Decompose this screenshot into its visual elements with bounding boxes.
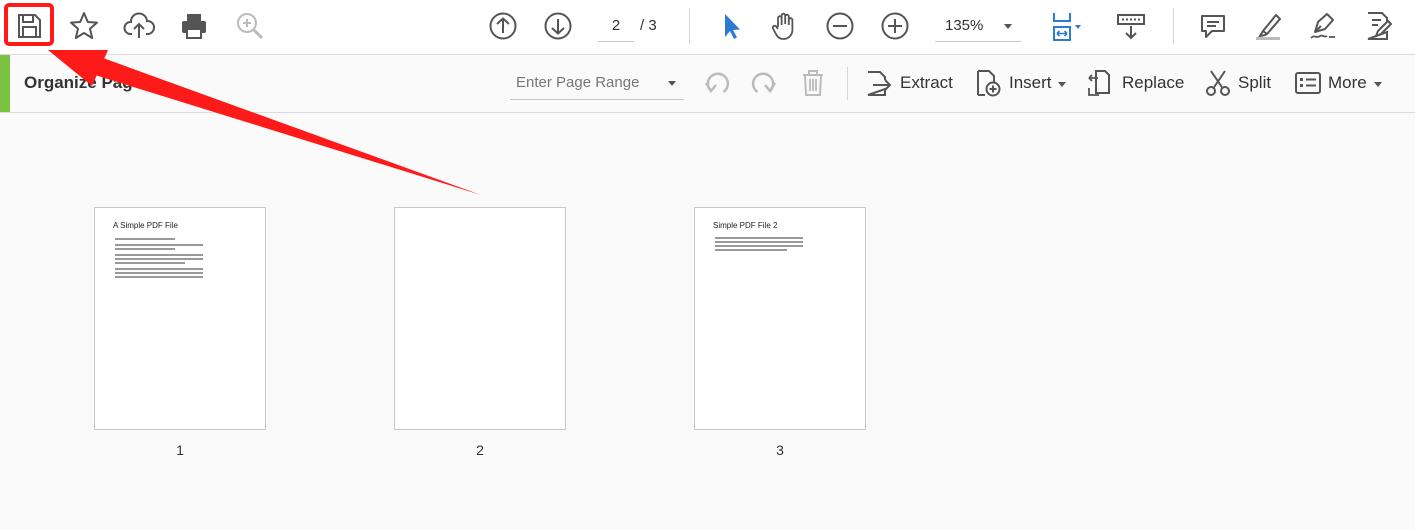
page-total-label: / 3 bbox=[640, 17, 657, 34]
text-line bbox=[715, 245, 803, 247]
insert-button[interactable] bbox=[972, 67, 1004, 99]
scroll-mode-icon bbox=[1117, 14, 1145, 40]
cloud-upload-icon bbox=[123, 12, 155, 38]
page-thumbnail-number: 2 bbox=[476, 442, 484, 458]
toolbar-divider bbox=[689, 8, 690, 44]
rotate-right-icon bbox=[751, 72, 777, 94]
extract-icon bbox=[867, 71, 892, 96]
more-label[interactable]: More bbox=[1328, 73, 1367, 93]
text-line bbox=[115, 248, 175, 250]
page-range-select[interactable]: Enter Page Range bbox=[510, 67, 684, 100]
insert-label[interactable]: Insert bbox=[1009, 73, 1052, 93]
print-icon bbox=[182, 14, 206, 39]
page-thumbnail-number: 3 bbox=[776, 442, 784, 458]
edit-icon bbox=[1367, 12, 1392, 40]
fit-page-icon bbox=[1053, 13, 1081, 41]
comment-icon bbox=[1201, 15, 1225, 38]
rotate-left-button[interactable] bbox=[701, 67, 733, 99]
zoom-in-button[interactable] bbox=[875, 8, 915, 44]
select-arrow-icon bbox=[725, 14, 740, 39]
zoom-in-icon bbox=[881, 12, 909, 40]
text-line bbox=[115, 272, 203, 274]
previous-page-button[interactable] bbox=[483, 8, 523, 44]
find-button[interactable] bbox=[230, 8, 270, 44]
text-line bbox=[115, 254, 203, 256]
page-up-icon bbox=[489, 12, 517, 40]
rotate-left-icon bbox=[704, 72, 730, 94]
page-thumbnail[interactable]: Simple PDF File 2 bbox=[694, 207, 866, 430]
thumbnail-title: Simple PDF File 2 bbox=[713, 221, 778, 230]
zoom-select[interactable]: 135% bbox=[935, 11, 1021, 42]
hand-icon bbox=[771, 12, 794, 40]
toolbar-divider bbox=[1173, 8, 1174, 44]
text-line bbox=[115, 276, 203, 278]
page-thumbnail[interactable] bbox=[394, 207, 566, 430]
page-thumbnail[interactable]: A Simple PDF File bbox=[94, 207, 266, 430]
delete-page-button[interactable] bbox=[797, 67, 829, 99]
sign-button[interactable] bbox=[1303, 8, 1343, 44]
next-page-button[interactable] bbox=[538, 8, 578, 44]
print-button[interactable] bbox=[174, 8, 214, 44]
more-button[interactable] bbox=[1292, 67, 1324, 99]
chevron-down-icon bbox=[1058, 82, 1066, 87]
highlight-button[interactable] bbox=[1248, 8, 1288, 44]
insert-page-icon bbox=[977, 70, 1001, 97]
comment-button[interactable] bbox=[1193, 8, 1233, 44]
text-line bbox=[115, 244, 203, 246]
text-line bbox=[115, 238, 175, 240]
sign-icon bbox=[1310, 13, 1335, 39]
thumbnail-title: A Simple PDF File bbox=[113, 221, 178, 230]
highlight-icon bbox=[1256, 14, 1281, 40]
zoom-value: 135% bbox=[945, 17, 984, 34]
tool-accent-strip bbox=[0, 55, 10, 112]
chevron-down-icon bbox=[1374, 82, 1382, 87]
toolbar-divider bbox=[847, 67, 848, 100]
save-highlight-box bbox=[4, 3, 54, 46]
split-label[interactable]: Split bbox=[1238, 73, 1271, 93]
trash-icon bbox=[803, 70, 823, 96]
text-line bbox=[715, 249, 787, 251]
extract-label[interactable]: Extract bbox=[900, 73, 953, 93]
page-thumbnail-number: 1 bbox=[176, 442, 184, 458]
bookmark-button[interactable] bbox=[64, 8, 104, 44]
more-options-icon bbox=[1295, 72, 1321, 94]
replace-icon bbox=[1088, 70, 1110, 96]
replace-button[interactable] bbox=[1085, 67, 1117, 99]
zoom-out-button[interactable] bbox=[820, 8, 860, 44]
page-number-input[interactable]: 2 bbox=[598, 11, 634, 42]
hand-tool-button[interactable] bbox=[765, 8, 805, 44]
star-icon bbox=[70, 12, 98, 39]
chevron-down-icon bbox=[1004, 24, 1012, 29]
fit-page-button[interactable] bbox=[1042, 8, 1092, 44]
text-line bbox=[715, 241, 803, 243]
edit-pdf-button[interactable] bbox=[1358, 8, 1398, 44]
zoom-out-icon bbox=[826, 12, 854, 40]
organize-pages-toolbar: Organize Pag Enter Page Range Extract In… bbox=[0, 55, 1415, 113]
split-button[interactable] bbox=[1202, 67, 1234, 99]
scroll-mode-button[interactable] bbox=[1111, 8, 1151, 44]
top-toolbar: 2 / 3 135% bbox=[0, 0, 1415, 55]
replace-label[interactable]: Replace bbox=[1122, 73, 1184, 93]
scissors-icon bbox=[1206, 70, 1230, 96]
upload-button[interactable] bbox=[119, 8, 159, 44]
text-line bbox=[115, 262, 185, 264]
page-down-icon bbox=[544, 12, 572, 40]
text-line bbox=[115, 268, 203, 270]
chevron-down-icon bbox=[668, 81, 676, 86]
text-line bbox=[115, 258, 203, 260]
extract-button[interactable] bbox=[862, 67, 894, 99]
select-tool-button[interactable] bbox=[711, 8, 751, 44]
rotate-right-button[interactable] bbox=[748, 67, 780, 99]
page-range-placeholder: Enter Page Range bbox=[516, 74, 640, 91]
text-line bbox=[715, 237, 803, 239]
zoom-search-icon bbox=[237, 13, 264, 40]
page-title: Organize Pag bbox=[24, 73, 133, 92]
